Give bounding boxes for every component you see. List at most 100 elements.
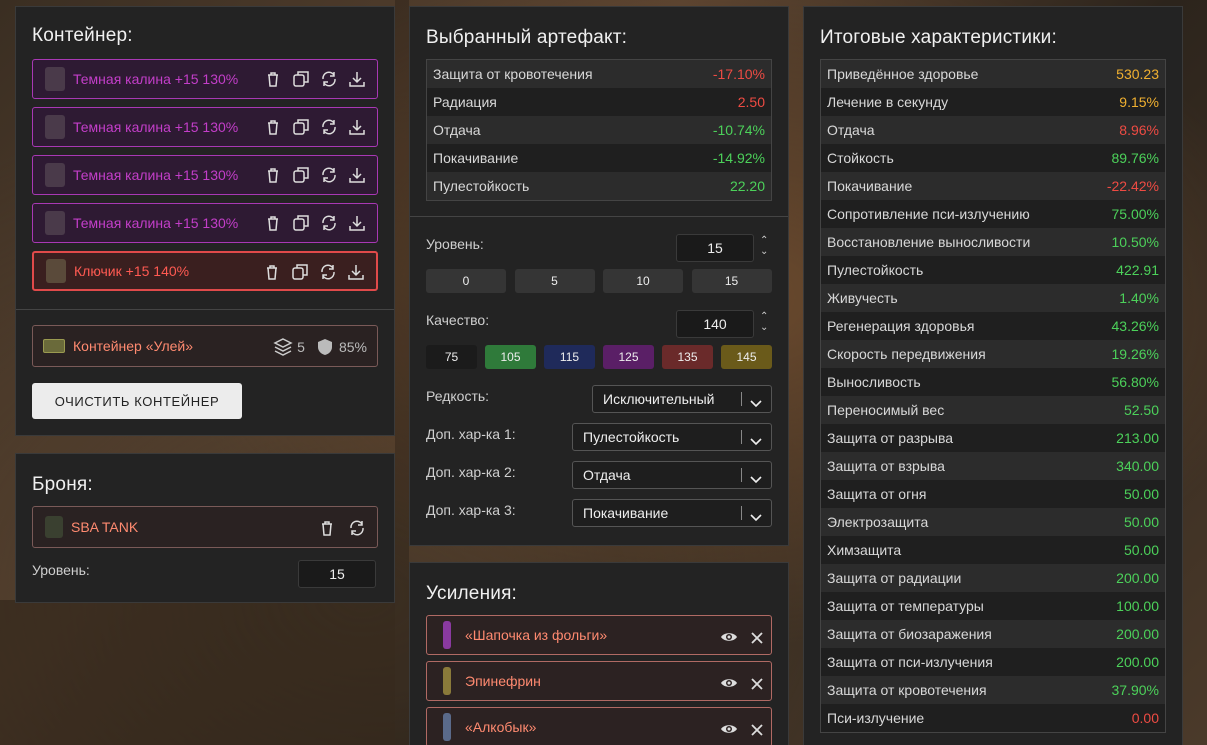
armor-title: Броня: bbox=[32, 474, 93, 495]
download-icon[interactable] bbox=[347, 165, 367, 185]
level-preset-button[interactable]: 15 bbox=[691, 269, 772, 293]
stat-name: Скорость передвижения bbox=[827, 346, 986, 362]
stat-value: 50.00 bbox=[1123, 486, 1159, 502]
stat-name: Радиация bbox=[433, 94, 497, 110]
download-icon[interactable] bbox=[347, 69, 367, 89]
totals-stats-table: Приведённое здоровье 530.23 Лечение в секу… bbox=[820, 59, 1166, 733]
boost-actions bbox=[719, 627, 763, 644]
boost-actions bbox=[719, 673, 763, 690]
artifact-level-input[interactable]: 15 bbox=[676, 234, 754, 262]
stat-value: 422.91 bbox=[1116, 262, 1159, 278]
copy-icon[interactable] bbox=[291, 165, 311, 185]
container-slot-actions bbox=[263, 165, 367, 185]
stat-value: -14.92% bbox=[712, 150, 765, 166]
quality-preset-button[interactable]: 125 bbox=[603, 345, 654, 369]
artifact-thumbnail-icon bbox=[45, 211, 65, 235]
chevron-down-icon bbox=[749, 468, 763, 484]
artifact-level-label: Уровень: bbox=[426, 236, 484, 252]
trash-icon[interactable] bbox=[317, 518, 337, 538]
container-slot[interactable]: Темная калина +15 130% bbox=[32, 203, 378, 243]
extra3-select[interactable]: Покачивание bbox=[572, 499, 772, 527]
download-icon[interactable] bbox=[347, 213, 367, 233]
artifact-quality-input[interactable]: 140 bbox=[676, 310, 754, 338]
extra3-label: Доп. хар-ка 3: bbox=[426, 502, 516, 518]
boost-item[interactable]: «Шапочка из фольги» bbox=[426, 615, 772, 655]
stat-value: -22.42% bbox=[1106, 178, 1159, 194]
trash-icon[interactable] bbox=[263, 117, 283, 137]
copy-icon[interactable] bbox=[291, 69, 311, 89]
stat-name: Лечение в секунду bbox=[827, 94, 949, 110]
hive-container[interactable]: Контейнер «Улей» 5 85% bbox=[32, 325, 378, 367]
extra1-select-value: Пулестойкость bbox=[583, 429, 680, 445]
stat-value: 19.26% bbox=[1111, 346, 1159, 362]
eye-icon[interactable] bbox=[719, 627, 737, 643]
close-icon[interactable] bbox=[747, 674, 763, 690]
close-icon[interactable] bbox=[747, 720, 763, 736]
copy-icon[interactable] bbox=[291, 213, 311, 233]
container-slot[interactable]: Темная калина +15 130% bbox=[32, 107, 378, 147]
trash-icon[interactable] bbox=[263, 69, 283, 89]
container-slot[interactable]: Темная калина +15 130% bbox=[32, 59, 378, 99]
hive-container-label: Контейнер «Улей» bbox=[73, 338, 194, 354]
stat-value: 10.50% bbox=[1111, 234, 1159, 250]
swap-icon[interactable] bbox=[319, 213, 339, 233]
stat-name: Защита от температуры bbox=[827, 598, 984, 614]
boost-label: Эпинефрин bbox=[465, 673, 541, 689]
eye-icon[interactable] bbox=[719, 719, 737, 735]
level-preset-button[interactable]: 0 bbox=[426, 269, 506, 293]
trash-icon[interactable] bbox=[262, 262, 282, 282]
swap-icon[interactable] bbox=[347, 518, 367, 538]
container-slot-label: Ключик +15 140% bbox=[74, 263, 190, 279]
level-preset-button[interactable]: 10 bbox=[603, 269, 683, 293]
stat-name: Защита от кровотечения bbox=[827, 682, 987, 698]
quality-preset-button[interactable]: 105 bbox=[485, 345, 536, 369]
chevron-down-icon bbox=[749, 392, 763, 408]
swap-icon[interactable] bbox=[319, 165, 339, 185]
stat-row: Защита от радиации 200.00 bbox=[821, 564, 1165, 592]
quality-preset-button[interactable]: 135 bbox=[662, 345, 713, 369]
download-icon[interactable] bbox=[346, 262, 366, 282]
swap-icon[interactable] bbox=[319, 69, 339, 89]
boost-item[interactable]: «Алкобык» bbox=[426, 707, 772, 745]
stat-name: Защита от взрыва bbox=[827, 458, 945, 474]
eye-icon[interactable] bbox=[719, 673, 737, 689]
artifact-stats-table: Защита от кровотечения -17.10% Радиация 2.5… bbox=[426, 59, 772, 201]
stat-value: 9.15% bbox=[1119, 94, 1159, 110]
container-slot[interactable]: Ключик +15 140% bbox=[32, 251, 378, 291]
download-icon[interactable] bbox=[347, 117, 367, 137]
stat-row: Защита от кровотечения -17.10% bbox=[427, 60, 771, 88]
artifact-quality-spinner[interactable]: ⌃ ⌄ bbox=[760, 311, 770, 333]
swap-icon[interactable] bbox=[319, 117, 339, 137]
boost-label: «Алкобык» bbox=[465, 719, 537, 735]
clear-container-button[interactable]: ОЧИСТИТЬ КОНТЕЙНЕР bbox=[32, 383, 242, 419]
extra2-select[interactable]: Отдача bbox=[572, 461, 772, 489]
rarity-select[interactable]: Исключительный bbox=[592, 385, 772, 413]
boost-label: «Шапочка из фольги» bbox=[465, 627, 608, 643]
artifact-level-spinner[interactable]: ⌃ ⌄ bbox=[760, 235, 770, 257]
container-slot[interactable]: Темная калина +15 130% bbox=[32, 155, 378, 195]
boost-actions bbox=[719, 719, 763, 736]
stat-value: 8.96% bbox=[1119, 122, 1159, 138]
quality-preset-button[interactable]: 145 bbox=[721, 345, 772, 369]
close-icon[interactable] bbox=[747, 628, 763, 644]
stat-row: Защита от температуры 100.00 bbox=[821, 592, 1165, 620]
level-preset-button[interactable]: 5 bbox=[514, 269, 595, 293]
extra2-label: Доп. хар-ка 2: bbox=[426, 464, 516, 480]
swap-icon[interactable] bbox=[318, 262, 338, 282]
quality-preset-button[interactable]: 115 bbox=[544, 345, 595, 369]
stat-row: Защита от биозаражения 200.00 bbox=[821, 620, 1165, 648]
trash-icon[interactable] bbox=[263, 213, 283, 233]
stat-row: Восстановление выносливости 10.50% bbox=[821, 228, 1165, 256]
stat-row: Защита от огня 50.00 bbox=[821, 480, 1165, 508]
armor-thumbnail-icon bbox=[45, 516, 63, 538]
armor-level-input[interactable]: 15 bbox=[298, 560, 376, 588]
totals-panel: Итоговые характеристики: Приведённое здо… bbox=[803, 6, 1183, 745]
quality-preset-button[interactable]: 75 bbox=[426, 345, 477, 369]
armor-item[interactable]: SBA TANK bbox=[32, 506, 378, 548]
extra1-select[interactable]: Пулестойкость bbox=[572, 423, 772, 451]
trash-icon[interactable] bbox=[263, 165, 283, 185]
copy-icon[interactable] bbox=[290, 262, 310, 282]
copy-icon[interactable] bbox=[291, 117, 311, 137]
stat-row: Химзащита 50.00 bbox=[821, 536, 1165, 564]
boost-item[interactable]: Эпинефрин bbox=[426, 661, 772, 701]
